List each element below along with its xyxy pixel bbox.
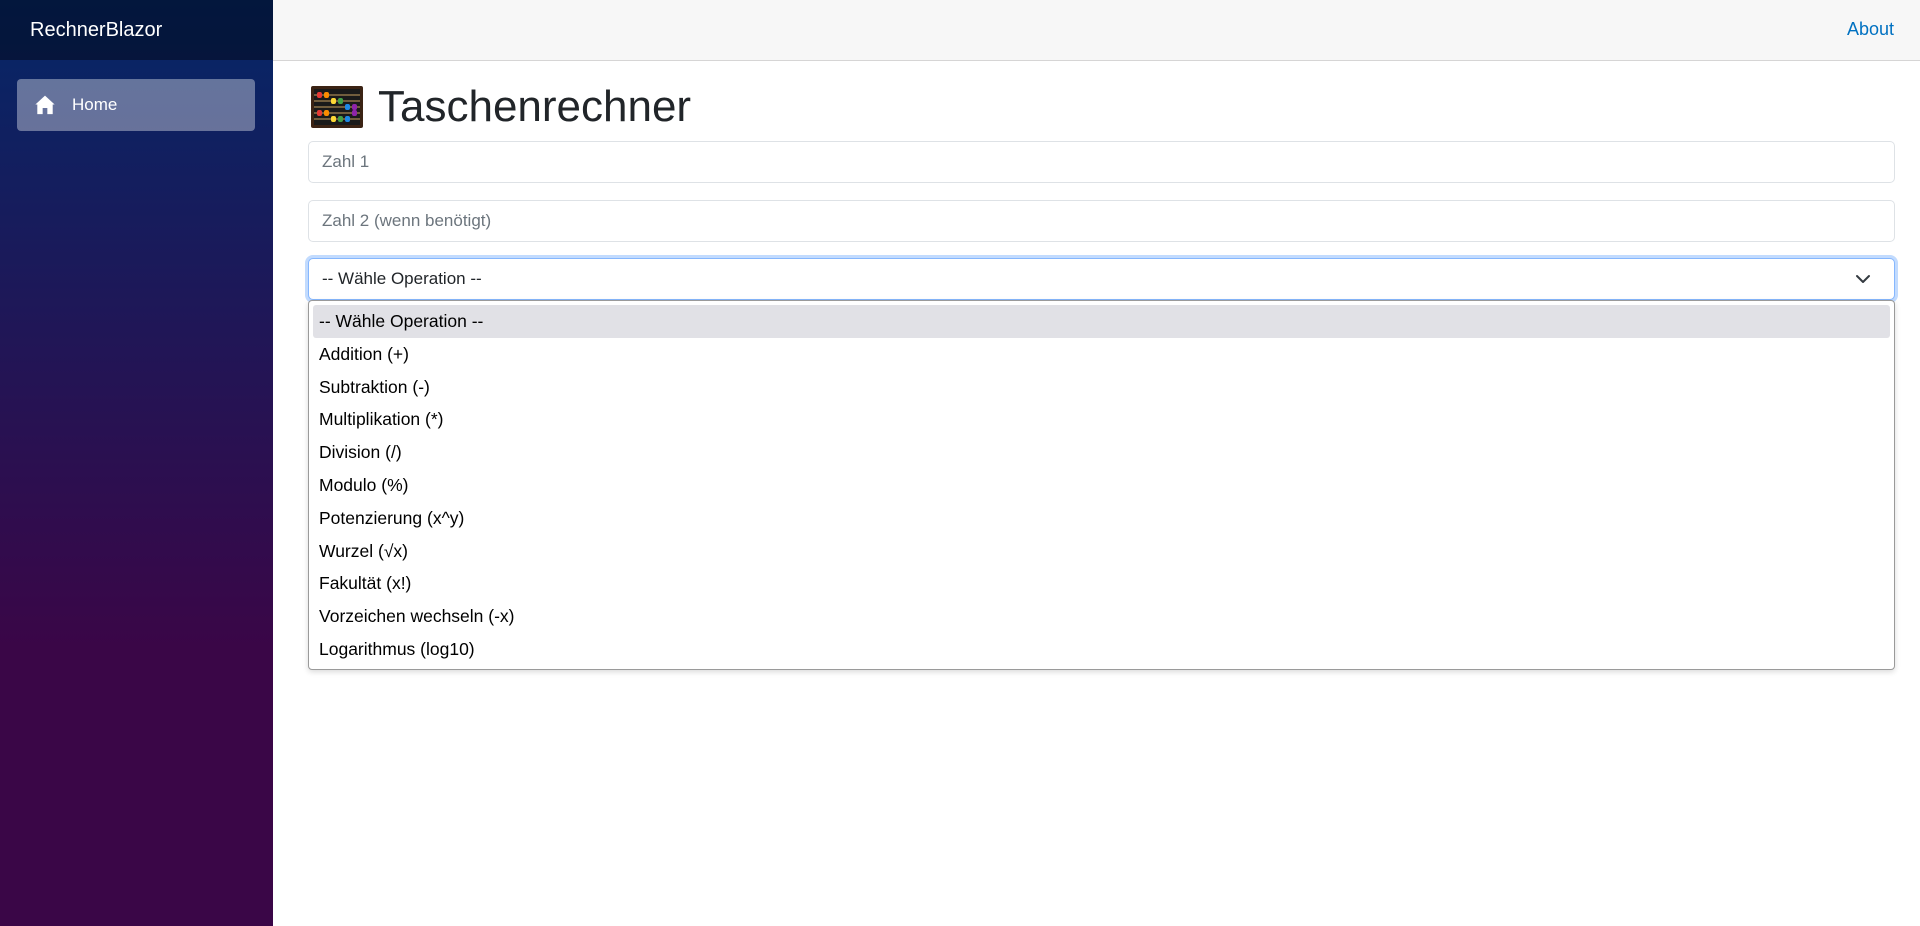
sidebar: RechnerBlazor Home xyxy=(0,0,273,926)
operation-option[interactable]: Wurzel (√x) xyxy=(313,535,1890,568)
about-link[interactable]: About xyxy=(1847,19,1894,40)
operation-select[interactable]: -- Wähle Operation -- xyxy=(308,258,1895,300)
operation-option[interactable]: Fakultät (x!) xyxy=(313,567,1890,600)
zahl1-input[interactable] xyxy=(308,141,1895,183)
sidebar-item-label: Home xyxy=(72,95,118,114)
operation-option[interactable]: Logarithmus (log10) xyxy=(313,633,1890,666)
operation-select-value: -- Wähle Operation -- xyxy=(322,269,482,288)
abacus-icon xyxy=(310,85,364,129)
zahl2-input[interactable] xyxy=(308,200,1895,242)
app-brand[interactable]: RechnerBlazor xyxy=(30,19,162,42)
operation-option[interactable]: -- Wähle Operation -- xyxy=(313,305,1890,338)
operation-option[interactable]: Multiplikation (*) xyxy=(313,403,1890,436)
main-content: Taschenrechner -- Wähle Operation -- -- … xyxy=(308,61,1895,670)
operation-option[interactable]: Addition (+) xyxy=(313,338,1890,371)
operation-option[interactable]: Modulo (%) xyxy=(313,469,1890,502)
home-icon xyxy=(34,94,56,116)
page-title: Taschenrechner xyxy=(378,82,692,131)
operation-option[interactable]: Subtraktion (-) xyxy=(313,371,1890,404)
sidebar-item-home[interactable]: Home xyxy=(17,79,255,131)
top-row: About xyxy=(273,0,1920,61)
title-row: Taschenrechner xyxy=(308,61,1895,153)
operation-dropdown-list: -- Wähle Operation -- Addition (+) Subtr… xyxy=(308,300,1895,670)
chevron-down-icon xyxy=(1855,271,1871,287)
operation-option[interactable]: Potenzierung (x^y) xyxy=(313,502,1890,535)
operation-option[interactable]: Division (/) xyxy=(313,436,1890,469)
operation-option[interactable]: Vorzeichen wechseln (-x) xyxy=(313,600,1890,633)
brand-bar: RechnerBlazor xyxy=(0,0,273,60)
